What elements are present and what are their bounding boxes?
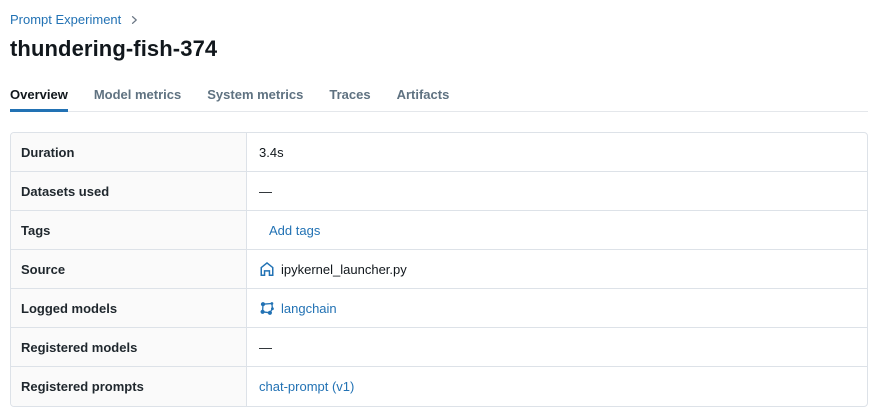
model-graph-icon xyxy=(259,300,275,316)
row-label: Logged models xyxy=(11,289,247,327)
chevron-right-icon xyxy=(128,14,140,26)
row-label: Tags xyxy=(11,211,247,249)
table-row-registered-prompts: Registered prompts chat-prompt (v1) xyxy=(11,367,867,406)
table-row-registered-models: Registered models — xyxy=(11,328,867,367)
row-label: Datasets used xyxy=(11,172,247,210)
breadcrumb-experiment-link[interactable]: Prompt Experiment xyxy=(10,12,121,28)
run-overview-table: Duration 3.4s Datasets used — Tags Add t… xyxy=(10,132,868,407)
tab-model-metrics[interactable]: Model metrics xyxy=(94,85,181,112)
run-overview-page: Prompt Experiment thundering-fish-374 Ov… xyxy=(0,0,878,407)
row-label: Duration xyxy=(11,133,247,171)
table-row-datasets-used: Datasets used — xyxy=(11,172,867,211)
tab-overview[interactable]: Overview xyxy=(10,85,68,112)
home-icon xyxy=(259,261,275,277)
table-row-tags: Tags Add tags xyxy=(11,211,867,250)
tab-system-metrics[interactable]: System metrics xyxy=(207,85,303,112)
row-label: Source xyxy=(11,250,247,288)
datasets-used-value: — xyxy=(259,184,272,199)
page-title: thundering-fish-374 xyxy=(10,35,868,63)
source-value: ipykernel_launcher.py xyxy=(281,262,407,277)
tab-bar: Overview Model metrics System metrics Tr… xyxy=(10,85,868,112)
tab-traces[interactable]: Traces xyxy=(329,85,370,112)
table-row-duration: Duration 3.4s xyxy=(11,133,867,172)
table-row-source: Source ipykernel_launcher.py xyxy=(11,250,867,289)
row-label: Registered models xyxy=(11,328,247,366)
table-row-logged-models: Logged models xyxy=(11,289,867,328)
breadcrumb: Prompt Experiment xyxy=(10,12,868,28)
registered-prompt-link[interactable]: chat-prompt (v1) xyxy=(259,379,354,394)
add-tags-button[interactable]: Add tags xyxy=(269,223,320,238)
registered-models-value: — xyxy=(259,340,272,355)
duration-value: 3.4s xyxy=(259,145,284,160)
logged-model-link[interactable]: langchain xyxy=(281,301,337,316)
row-label: Registered prompts xyxy=(11,367,247,406)
tab-artifacts[interactable]: Artifacts xyxy=(397,85,450,112)
